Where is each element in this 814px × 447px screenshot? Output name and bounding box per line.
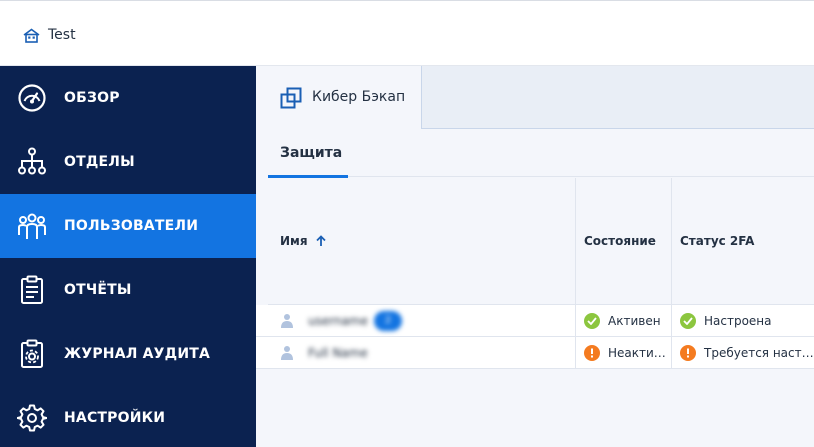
2fa-status-text: Требуется наст… xyxy=(704,345,814,360)
dashboard-gauge-icon xyxy=(18,84,46,112)
column-header-name[interactable]: Имя xyxy=(268,178,575,304)
user-name: Full Name xyxy=(308,345,368,360)
column-header-2fa-status[interactable]: Статус 2FA xyxy=(672,178,814,304)
users-group-icon xyxy=(18,213,46,239)
audit-log-icon xyxy=(21,339,43,368)
state-text: Активен xyxy=(608,313,661,328)
tenant-name: Test xyxy=(48,27,76,43)
product-tab-label: Кибер Бэкап xyxy=(312,89,406,105)
sidebar-item-label: ПОЛЬЗОВАТЕЛИ xyxy=(64,218,199,234)
table-row[interactable]: Full Name Неакти… Требуется наст… xyxy=(256,337,814,369)
column-header-label: Статус 2FA xyxy=(680,234,755,248)
sidebar-item-label: ОТЧЁТЫ xyxy=(64,282,132,298)
tab-protection-label: Защита xyxy=(280,145,343,161)
sidebar-item-label: НАСТРОЙКИ xyxy=(64,410,166,426)
tab-protection[interactable]: Защита xyxy=(268,129,348,178)
tenant-selector[interactable]: Test xyxy=(23,27,76,43)
warning-icon xyxy=(680,344,696,361)
column-header-label: Имя xyxy=(280,234,308,248)
top-bar: Test xyxy=(0,0,814,66)
sidebar-item-overview[interactable]: ОБЗОР xyxy=(0,66,256,130)
subtabs: Защита xyxy=(268,129,814,178)
tab-cyber-backup[interactable]: Кибер Бэкап xyxy=(256,66,422,129)
state-text: Неакти… xyxy=(608,345,666,360)
table-row[interactable]: username 2 Активен Настроена xyxy=(256,305,814,337)
main-panel: Кибер Бэкап Защита Имя Состояние Статус … xyxy=(256,66,814,447)
users-table: Имя Состояние Статус 2FA username 2 Акти… xyxy=(256,178,814,370)
sidebar-item-label: ЖУРНАЛ АУДИТА xyxy=(64,346,211,362)
check-icon xyxy=(584,312,600,329)
cyber-backup-icon xyxy=(280,87,302,109)
column-header-state[interactable]: Состояние xyxy=(576,178,671,304)
sidebar-item-settings[interactable]: НАСТРОЙКИ xyxy=(0,386,256,447)
sort-ascending-icon xyxy=(316,235,326,246)
2fa-status-text: Настроена xyxy=(704,313,772,328)
clipboard-report-icon xyxy=(21,275,43,304)
column-header-label: Состояние xyxy=(584,234,656,248)
building-icon xyxy=(23,28,40,43)
sidebar-item-users[interactable]: ПОЛЬЗОВАТЕЛИ xyxy=(0,194,256,258)
column-divider xyxy=(671,178,672,369)
user-icon xyxy=(281,345,293,360)
check-icon xyxy=(680,312,696,329)
sidebar-item-reports[interactable]: ОТЧЁТЫ xyxy=(0,258,256,322)
user-icon xyxy=(281,313,293,328)
sidebar-item-departments[interactable]: ОТДЕЛЫ xyxy=(0,130,256,194)
warning-icon xyxy=(584,344,600,361)
product-tabs-strip xyxy=(422,66,814,129)
gear-icon xyxy=(17,404,47,432)
column-divider xyxy=(575,178,576,369)
count-badge: 2 xyxy=(374,310,402,331)
sidebar: ОБЗОР ОТДЕЛЫ ПОЛЬЗОВАТЕЛИ ОТЧЁТЫ ЖУРНАЛ … xyxy=(0,66,256,447)
user-name: username xyxy=(308,313,368,328)
org-tree-icon xyxy=(18,147,46,175)
sidebar-item-label: ОТДЕЛЫ xyxy=(64,154,135,170)
sidebar-item-label: ОБЗОР xyxy=(64,90,120,106)
sidebar-item-audit-log[interactable]: ЖУРНАЛ АУДИТА xyxy=(0,322,256,386)
